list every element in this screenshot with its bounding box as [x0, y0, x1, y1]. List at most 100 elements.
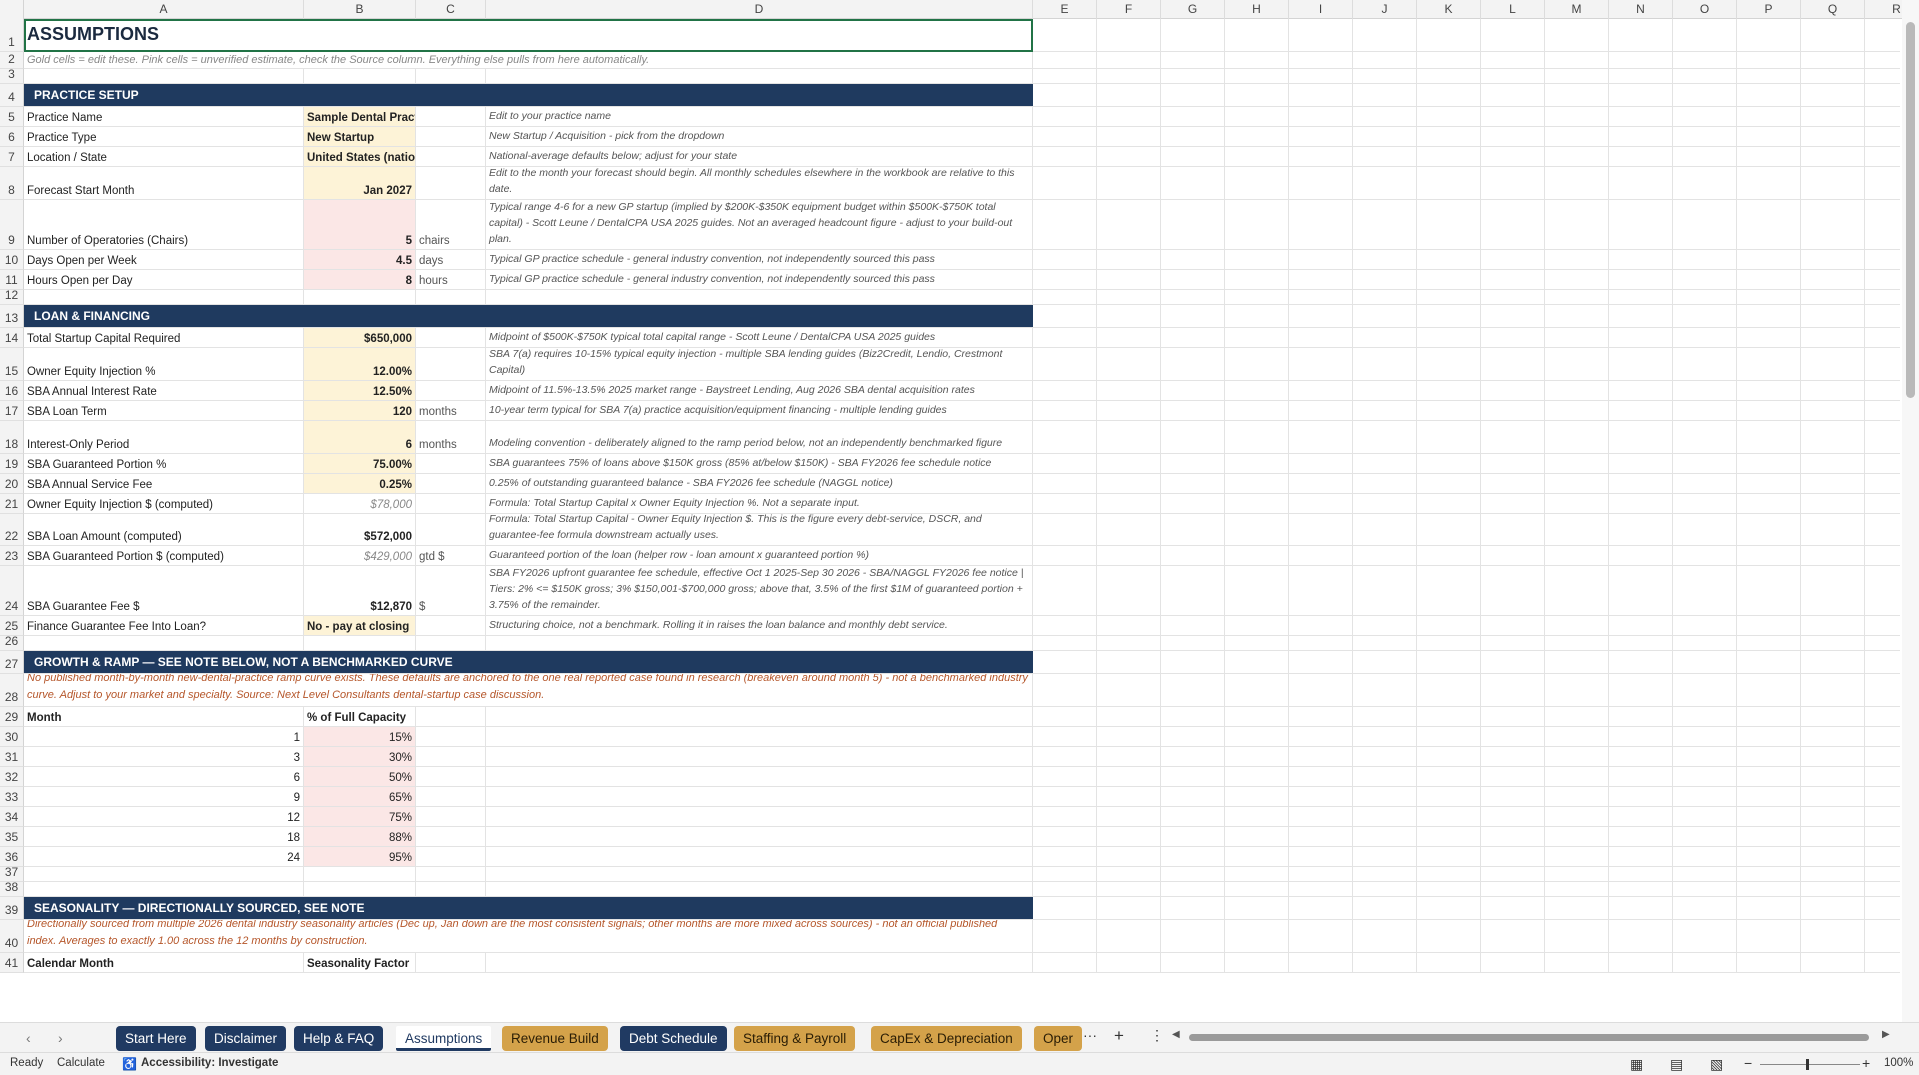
assumption-source-note[interactable]: National-average defaults below; adjust …	[486, 147, 1033, 167]
zoom-out-button[interactable]: −	[1744, 1055, 1752, 1071]
zoom-slider-thumb[interactable]	[1806, 1059, 1809, 1070]
page-layout-icon[interactable]: ▤	[1670, 1056, 1683, 1073]
empty-cells[interactable]	[1033, 636, 1900, 651]
empty-cells[interactable]	[1033, 290, 1900, 305]
row-header[interactable]: 5	[0, 107, 24, 127]
row-header[interactable]: 35	[0, 827, 24, 847]
vertical-scrollbar[interactable]	[1902, 0, 1919, 1022]
cell-a[interactable]	[24, 69, 304, 84]
assumption-value[interactable]: $78,000	[304, 494, 416, 514]
row-header[interactable]: 11	[0, 270, 24, 290]
ramp-month[interactable]: 24	[24, 847, 304, 867]
cell-c[interactable]	[416, 707, 486, 727]
row-header[interactable]: 38	[0, 880, 24, 897]
accessibility-status[interactable]: Accessibility: Investigate	[141, 1057, 278, 1069]
column-header-m[interactable]: M	[1545, 0, 1609, 19]
cell-d[interactable]	[486, 807, 1033, 827]
row-header[interactable]: 8	[0, 167, 24, 200]
assumption-value[interactable]: 5	[304, 200, 416, 250]
empty-cells[interactable]	[1033, 454, 1900, 474]
row-header[interactable]: 14	[0, 328, 24, 348]
scroll-tabs-left-icon[interactable]: ‹	[26, 1030, 31, 1046]
sheet-tab-start-here[interactable]: Start Here	[116, 1026, 196, 1051]
empty-cells[interactable]	[1033, 674, 1900, 707]
empty-cells[interactable]	[1033, 747, 1900, 767]
empty-cells[interactable]	[1033, 381, 1900, 401]
assumption-unit[interactable]	[416, 328, 486, 348]
accessibility-icon[interactable]: ♿	[122, 1057, 137, 1071]
hscroll-left-icon[interactable]: ◀	[1172, 1029, 1180, 1040]
cell-d[interactable]	[486, 707, 1033, 727]
row-header[interactable]: 23	[0, 546, 24, 566]
calculate-button[interactable]: Calculate	[57, 1057, 105, 1069]
empty-cells[interactable]	[1033, 847, 1900, 867]
row-header[interactable]: 20	[0, 474, 24, 494]
zoom-in-button[interactable]: +	[1862, 1055, 1870, 1071]
column-header-d[interactable]: D	[486, 0, 1033, 19]
assumption-source-note[interactable]: Modeling convention - deliberately align…	[486, 421, 1033, 454]
zoom-slider[interactable]	[1760, 1064, 1860, 1065]
assumption-value[interactable]: 8	[304, 270, 416, 290]
cell-c[interactable]	[416, 290, 486, 305]
assumption-source-note[interactable]: New Startup / Acquisition - pick from th…	[486, 127, 1033, 147]
column-header-c[interactable]: C	[416, 0, 486, 19]
assumption-value[interactable]: 6	[304, 421, 416, 454]
empty-cells[interactable]	[1033, 787, 1900, 807]
assumption-source-note[interactable]: Structuring choice, not a benchmark. Rol…	[486, 616, 1033, 636]
row-header[interactable]: 41	[0, 953, 24, 973]
empty-cells[interactable]	[1033, 494, 1900, 514]
row-header[interactable]: 15	[0, 348, 24, 381]
sheet-tab-capex-depreciation[interactable]: CapEx & Depreciation	[871, 1026, 1022, 1051]
empty-cells[interactable]	[1033, 566, 1900, 616]
ramp-capacity[interactable]: 88%	[304, 827, 416, 847]
assumption-value[interactable]: No - pay at closing	[304, 616, 416, 636]
assumption-source-note[interactable]: Midpoint of $500K-$750K typical total ca…	[486, 328, 1033, 348]
assumption-source-note[interactable]: Typical GP practice schedule - general i…	[486, 250, 1033, 270]
row-header[interactable]: 21	[0, 494, 24, 514]
row-header[interactable]: 13	[0, 305, 24, 328]
empty-cells[interactable]	[1033, 897, 1900, 920]
cell-c[interactable]	[416, 747, 486, 767]
assumption-source-note[interactable]: Midpoint of 11.5%-13.5% 2025 market rang…	[486, 381, 1033, 401]
empty-cells[interactable]	[1033, 270, 1900, 290]
row-header[interactable]: 24	[0, 566, 24, 616]
row-header[interactable]: 19	[0, 454, 24, 474]
sheet-title[interactable]: ASSUMPTIONS	[24, 19, 1033, 52]
assumption-value[interactable]: New Startup	[304, 127, 416, 147]
sheet-tab-help-faq[interactable]: Help & FAQ	[294, 1026, 384, 1051]
ramp-month[interactable]: 9	[24, 787, 304, 807]
cell-b[interactable]	[304, 867, 416, 882]
cell-c[interactable]	[416, 727, 486, 747]
add-sheet-icon[interactable]: +	[1114, 1026, 1124, 1046]
sheet-tab-debt-schedule[interactable]: Debt Schedule	[620, 1026, 727, 1051]
ramp-capacity[interactable]: 75%	[304, 807, 416, 827]
row-header[interactable]: 9	[0, 200, 24, 250]
empty-cells[interactable]	[1033, 707, 1900, 727]
column-header-f[interactable]: F	[1097, 0, 1161, 19]
row-header[interactable]: 4	[0, 84, 24, 107]
empty-cells[interactable]	[1033, 953, 1900, 973]
assumption-source-note[interactable]: 10-year term typical for SBA 7(a) practi…	[486, 401, 1033, 421]
column-header-i[interactable]: I	[1289, 0, 1353, 19]
ramp-capacity[interactable]: 95%	[304, 847, 416, 867]
row-header[interactable]: 30	[0, 727, 24, 747]
horizontal-scroll-thumb[interactable]	[1189, 1034, 1869, 1041]
empty-cells[interactable]	[1033, 147, 1900, 167]
empty-cells[interactable]	[1033, 84, 1900, 107]
column-header-h[interactable]: H	[1225, 0, 1289, 19]
ramp-month[interactable]: 18	[24, 827, 304, 847]
scroll-tabs-right-icon[interactable]: ›	[58, 1030, 63, 1046]
assumption-value[interactable]: $650,000	[304, 328, 416, 348]
assumption-unit[interactable]: months	[416, 401, 486, 421]
row-header[interactable]: 7	[0, 147, 24, 167]
row-header[interactable]: 3	[0, 67, 24, 84]
cell-c[interactable]	[416, 867, 486, 882]
empty-cells[interactable]	[1033, 882, 1900, 897]
horizontal-scrollbar[interactable]	[1182, 1031, 1877, 1044]
empty-cells[interactable]	[1033, 920, 1900, 953]
vertical-scroll-thumb[interactable]	[1906, 22, 1915, 398]
row-header[interactable]: 22	[0, 514, 24, 546]
empty-cells[interactable]	[1033, 474, 1900, 494]
empty-cells[interactable]	[1033, 200, 1900, 250]
assumption-source-note[interactable]: Guaranteed portion of the loan (helper r…	[486, 546, 1033, 566]
